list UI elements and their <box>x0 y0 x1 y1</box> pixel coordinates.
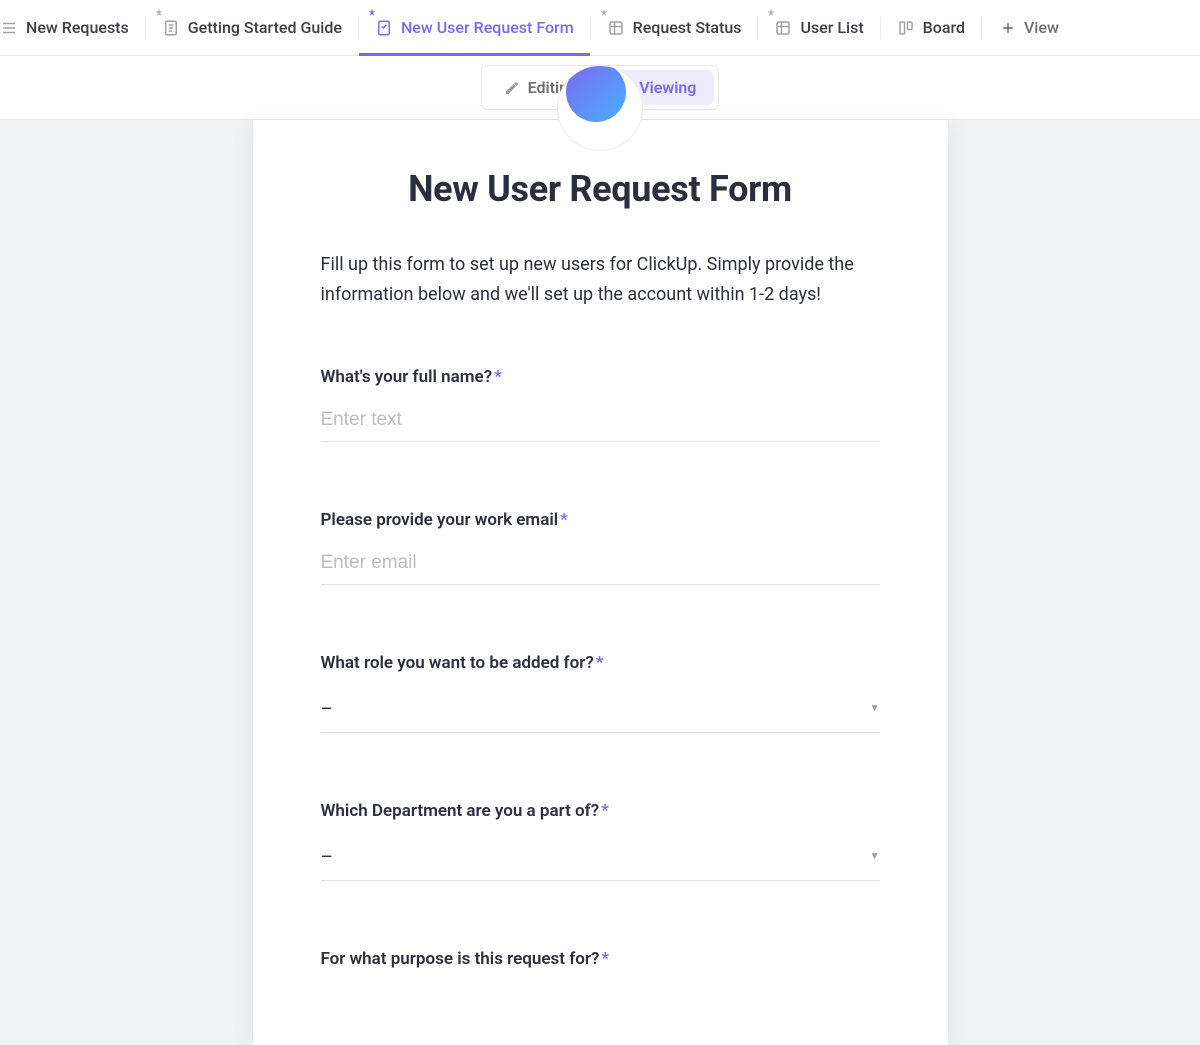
tab-new-requests[interactable]: New Requests <box>0 0 145 55</box>
doc-icon <box>162 19 180 37</box>
tab-label: New User Request Form <box>401 18 574 37</box>
form-icon <box>375 19 393 37</box>
logo-wrap <box>253 120 948 150</box>
form-body: Fill up this form to set up new users fo… <box>253 250 948 969</box>
tab-label: Request Status <box>633 18 742 37</box>
list-icon <box>0 19 18 37</box>
required-star: * <box>596 653 604 673</box>
chevron-down-icon: ▼ <box>870 703 880 714</box>
field-label: Which Department are you a part of?* <box>321 801 880 821</box>
viewing-label: Viewing <box>639 78 696 97</box>
required-star: * <box>601 801 609 821</box>
logo-circle <box>557 65 643 151</box>
form-card: New User Request Form Fill up this form … <box>253 120 948 1045</box>
field-work-email: Please provide your work email* <box>321 510 880 585</box>
chevron-down-icon: ▼ <box>870 851 880 862</box>
pin-icon <box>154 8 164 18</box>
role-select[interactable]: – ▼ <box>321 687 880 733</box>
required-star: * <box>494 367 502 387</box>
field-label: Please provide your work email* <box>321 510 880 530</box>
pin-icon <box>599 8 609 18</box>
tab-label: Getting Started Guide <box>188 18 342 37</box>
department-select[interactable]: – ▼ <box>321 835 880 881</box>
table-icon <box>607 19 625 37</box>
pin-icon <box>766 8 776 18</box>
pin-icon <box>367 8 377 18</box>
add-view-label: View <box>1024 18 1059 37</box>
select-value: – <box>321 845 333 868</box>
tab-label: Board <box>923 18 965 37</box>
tab-request-status[interactable]: Request Status <box>591 0 758 55</box>
required-star: * <box>601 949 609 969</box>
field-label: What role you want to be added for?* <box>321 653 880 673</box>
field-label: What's your full name?* <box>321 367 880 387</box>
table-icon <box>774 19 792 37</box>
field-purpose: For what purpose is this request for?* <box>321 949 880 969</box>
tabs-bar: New Requests Getting Started Guide New U… <box>0 0 1200 56</box>
logo-gradient-icon <box>566 65 626 122</box>
select-value: – <box>321 697 333 720</box>
field-role: What role you want to be added for?* – ▼ <box>321 653 880 733</box>
tab-new-user-request-form[interactable]: New User Request Form <box>359 0 590 55</box>
add-view-button[interactable]: View <box>982 18 1077 37</box>
tab-label: User List <box>800 18 863 37</box>
required-star: * <box>560 510 568 530</box>
content-area: New User Request Form Fill up this form … <box>0 120 1200 1045</box>
field-department: Which Department are you a part of?* – ▼ <box>321 801 880 881</box>
plus-icon <box>1000 20 1016 36</box>
tab-getting-started[interactable]: Getting Started Guide <box>146 0 358 55</box>
board-icon <box>897 19 915 37</box>
full-name-input[interactable] <box>321 401 880 442</box>
tab-board[interactable]: Board <box>881 0 981 55</box>
pencil-icon <box>504 80 520 96</box>
work-email-input[interactable] <box>321 544 880 585</box>
form-description: Fill up this form to set up new users fo… <box>321 250 880 309</box>
form-title: New User Request Form <box>253 168 948 210</box>
field-full-name: What's your full name?* <box>321 367 880 442</box>
field-label: For what purpose is this request for?* <box>321 949 880 969</box>
tab-user-list[interactable]: User List <box>758 0 879 55</box>
tab-label: New Requests <box>26 18 129 37</box>
